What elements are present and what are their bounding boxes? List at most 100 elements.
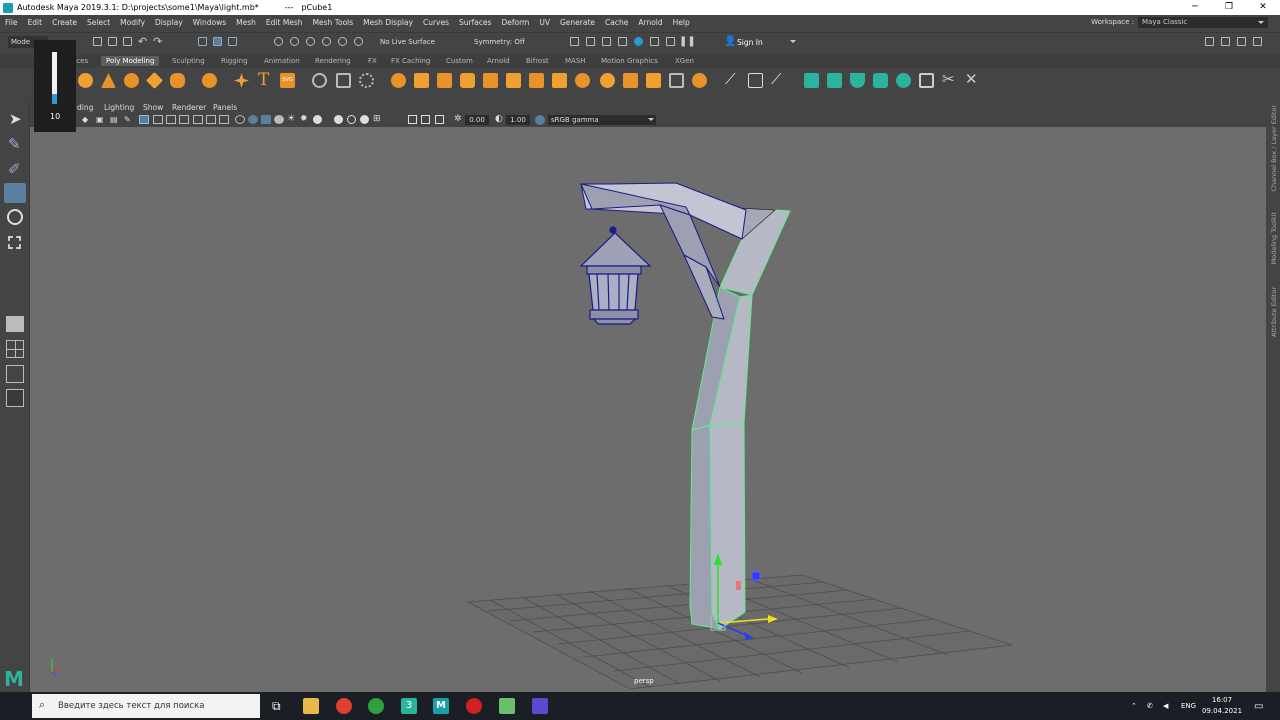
poly-torus-icon[interactable]: [124, 73, 139, 88]
menu-windows[interactable]: Windows: [188, 18, 231, 27]
quad-draw-icon[interactable]: [748, 73, 763, 88]
paint-select-icon[interactable]: ✐: [8, 160, 21, 178]
ambient-occlusion-icon[interactable]: [313, 115, 322, 124]
select-tool-icon[interactable]: ➤: [9, 110, 22, 128]
notifications-icon[interactable]: ▭: [1254, 692, 1263, 720]
menu-arnold[interactable]: Arnold: [633, 18, 667, 27]
platonic-solid-icon[interactable]: [202, 73, 217, 88]
safe-title-icon[interactable]: [219, 115, 229, 124]
lantern-mesh[interactable]: [579, 226, 652, 325]
shelf-tab-rendering[interactable]: Rendering: [315, 57, 351, 65]
cut-uv-icon[interactable]: ✂: [942, 70, 955, 88]
render-settings-icon[interactable]: [618, 37, 627, 46]
menu-generate[interactable]: Generate: [555, 18, 600, 27]
shelf-tab-mash[interactable]: MASH: [565, 57, 586, 65]
panel-menu-show[interactable]: Show: [143, 103, 163, 112]
workspace-dropdown[interactable]: Maya Classic: [1138, 16, 1268, 28]
photos-icon[interactable]: [499, 698, 515, 714]
cylindrical-map-icon[interactable]: [850, 73, 865, 88]
poly-sphere-icon[interactable]: [78, 73, 93, 88]
move-plane-xy-handle[interactable]: [736, 581, 741, 590]
safe-action-icon[interactable]: [206, 115, 216, 124]
spherical-map-icon[interactable]: [873, 73, 888, 88]
attribute-editor-icon[interactable]: [1221, 37, 1230, 46]
poly-disc-icon[interactable]: [170, 73, 185, 88]
grease-pencil-icon[interactable]: ✎: [124, 115, 131, 124]
menu-display[interactable]: Display: [150, 18, 188, 27]
3dsmax-icon[interactable]: 3: [401, 698, 417, 714]
poly-count-icon[interactable]: [312, 73, 327, 88]
task-view-icon[interactable]: ⧉: [272, 699, 281, 714]
modeling-toolkit-icon[interactable]: [1205, 37, 1214, 46]
boolean-icon[interactable]: [460, 73, 475, 88]
target-weld-icon[interactable]: [692, 73, 707, 88]
menu-mesh[interactable]: Mesh: [231, 18, 261, 27]
wireframe-icon[interactable]: [235, 115, 245, 124]
panel-menu-panels[interactable]: Panels: [213, 103, 237, 112]
extract-icon[interactable]: [437, 73, 452, 88]
two-view-icon[interactable]: [6, 365, 24, 383]
tray-chevron-icon[interactable]: ⌃: [1131, 692, 1137, 720]
separate-icon[interactable]: [414, 73, 429, 88]
snap-live-icon[interactable]: [354, 37, 363, 46]
isolate-select-icon[interactable]: [408, 115, 417, 124]
xray-active-icon[interactable]: [435, 115, 444, 124]
sculpt-icon[interactable]: [359, 73, 374, 88]
sew-uv-icon[interactable]: ✕: [965, 70, 978, 88]
menu-modify[interactable]: Modify: [115, 18, 150, 27]
maximize-button[interactable]: ❐: [1212, 0, 1246, 15]
uv-checker-icon[interactable]: [919, 73, 934, 88]
planar-map-icon[interactable]: [827, 73, 842, 88]
snap-grid-icon[interactable]: [274, 37, 283, 46]
menu-edit[interactable]: Edit: [23, 18, 48, 27]
panel-menu-lighting[interactable]: Lighting: [104, 103, 134, 112]
channel-box-icon[interactable]: [1253, 37, 1262, 46]
text-type-icon[interactable]: T: [258, 70, 269, 90]
single-view-icon[interactable]: [6, 316, 24, 332]
bookmark-icon[interactable]: ◆: [82, 115, 88, 124]
use-lights-icon[interactable]: ☀: [287, 114, 295, 124]
motion-blur-icon[interactable]: [334, 115, 343, 124]
depth-of-field-icon[interactable]: [360, 115, 369, 124]
panel-menu-shading[interactable]: ding: [77, 103, 93, 112]
anti-alias-icon[interactable]: [347, 115, 356, 124]
network-icon[interactable]: ✆: [1147, 692, 1153, 720]
shadows-icon[interactable]: ✹: [300, 114, 308, 124]
textured-icon[interactable]: [274, 115, 284, 124]
clock[interactable]: 16:07 09.04.2021: [1200, 695, 1244, 717]
maya-taskbar-icon[interactable]: M: [433, 698, 449, 714]
menu-surfaces[interactable]: Surfaces: [454, 18, 496, 27]
scale-tool-icon[interactable]: [8, 236, 21, 249]
menu-help[interactable]: Help: [668, 18, 695, 27]
gamma-field[interactable]: 1.00: [506, 115, 530, 125]
modeling-toolkit-tab[interactable]: Modeling Toolkit: [1270, 212, 1278, 264]
append-icon[interactable]: [646, 73, 661, 88]
save-scene-icon[interactable]: [123, 37, 132, 46]
channel-box-tab[interactable]: Channel Box / Layer Editor: [1270, 105, 1278, 192]
file-explorer-icon[interactable]: [303, 698, 319, 714]
menu-uv[interactable]: UV: [534, 18, 555, 27]
snap-surface-icon[interactable]: [338, 37, 347, 46]
smooth-icon[interactable]: [483, 73, 498, 88]
select-hierarchy-icon[interactable]: [198, 37, 207, 46]
extrude-icon[interactable]: [600, 73, 615, 88]
tool-settings-icon[interactable]: [1237, 37, 1246, 46]
pause-icon[interactable]: ❚❚: [679, 36, 696, 47]
viewport-scene[interactable]: [30, 127, 1266, 692]
snap-view-icon[interactable]: [322, 37, 331, 46]
outliner-icon[interactable]: [6, 389, 24, 407]
four-view-icon[interactable]: [6, 340, 24, 358]
shelf-tab-motion-graphics[interactable]: Motion Graphics: [601, 57, 658, 65]
shelf-tab-arnold[interactable]: Arnold: [487, 57, 510, 65]
perspective-viewport[interactable]: persp: [30, 127, 1266, 692]
shelf-tab-fx[interactable]: FX: [368, 57, 377, 65]
shelf-tab-fx-caching[interactable]: FX Caching: [391, 57, 430, 65]
menu-select[interactable]: Select: [82, 18, 115, 27]
fill-hole-icon[interactable]: [575, 73, 590, 88]
minimize-button[interactable]: ─: [1178, 0, 1212, 15]
bevel-icon[interactable]: [623, 73, 638, 88]
smooth-shade-icon[interactable]: [248, 115, 258, 124]
close-button[interactable]: ✕: [1246, 0, 1280, 15]
xray-joints-icon[interactable]: [421, 115, 430, 124]
film-gate-icon[interactable]: [153, 115, 163, 124]
